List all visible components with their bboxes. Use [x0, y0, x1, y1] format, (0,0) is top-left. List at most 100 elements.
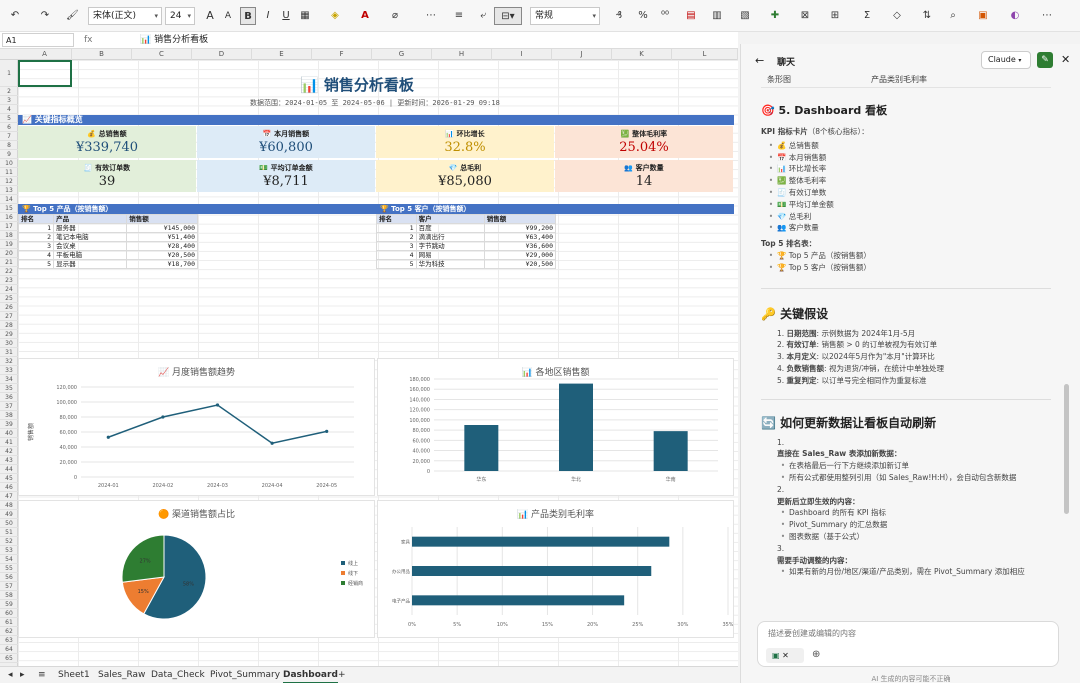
region-sales-chart[interactable]: 📊 各地区销售额 0 20,000 40,000 60,000 80,000 100,00…: [377, 358, 734, 496]
row-header: 52: [0, 537, 18, 546]
row-header: 18: [0, 231, 18, 240]
attachment-chip[interactable]: ▣ ✕: [766, 648, 804, 663]
x-tick-label: 华南: [666, 476, 676, 483]
autosum-icon[interactable]: Σ: [860, 7, 874, 25]
channel-share-chart[interactable]: 🟠 渠道销售额占比 58% 15% 27% 线上 线下 经销商: [18, 500, 375, 638]
find-icon[interactable]: ⌕: [946, 7, 960, 25]
format-table-icon[interactable]: ▥: [710, 7, 724, 25]
font-name-select[interactable]: 宋体(正文) ▾: [88, 7, 162, 25]
monthly-sales-chart[interactable]: 📈 月度销售额趋势 0 20,000 40,000 60,000 80,000 100,0…: [18, 358, 375, 496]
chat-panel: ← 聊天 Claude ▾ ✎ ✕ 条形图 产品类别毛利率 🎯 5. Dashb…: [740, 44, 1080, 683]
redo-icon[interactable]: ↷: [38, 7, 52, 25]
tab-sheet1[interactable]: Sheet1: [58, 669, 90, 682]
align-icon[interactable]: ≡: [452, 7, 466, 25]
table-cell: ¥145,000: [126, 223, 198, 233]
list-item-text: 💵 平均订单金额: [777, 199, 834, 209]
row-header: 22: [0, 267, 18, 276]
italic-button[interactable]: I: [262, 7, 274, 25]
format-icon[interactable]: ⊞: [828, 7, 842, 25]
bullet: •: [780, 508, 786, 518]
all-sheets-icon[interactable]: ≡: [38, 669, 46, 682]
decimal-icon[interactable]: ⁰⁰: [658, 7, 672, 25]
x-tick-label: 2024-04: [262, 483, 283, 489]
fill-color-icon[interactable]: ◈: [328, 7, 342, 25]
number-format-select[interactable]: 常规 ▾: [530, 7, 600, 25]
column-header: 销售额: [483, 214, 557, 224]
increase-font-button[interactable]: A: [204, 7, 216, 25]
sort-filter-icon[interactable]: ⇅: [920, 7, 934, 25]
tab-pivot-summary[interactable]: Pivot_Summary: [210, 669, 280, 682]
clear-icon[interactable]: ◇: [890, 7, 904, 25]
row-header: 35: [0, 384, 18, 393]
table-cell: 5: [376, 259, 417, 269]
spreadsheet-grid[interactable]: ABCDEFGHIJKL 1 2 3 4 5 6 7 8 9 10 11 12 13 14 15 16 17 18…: [0, 49, 738, 666]
chat-input-box[interactable]: 描述要创建或编辑的内容 ▣ ✕ ⊕: [757, 621, 1059, 667]
currency-icon[interactable]: ₰: [612, 7, 626, 25]
cell-styles-icon[interactable]: ▧: [738, 7, 752, 25]
row-header: 63: [0, 636, 18, 645]
bullet: •: [768, 211, 774, 221]
tab-data-check[interactable]: Data_Check: [151, 669, 205, 682]
new-chat-icon[interactable]: ✎: [1037, 52, 1053, 68]
assumption-text: : 以2024年5月作为"本月"计算环比: [816, 352, 935, 362]
y-tick-label: 120,000: [56, 385, 77, 391]
list-item: • 💰 总销售额: [765, 140, 1051, 152]
table-header-row: 排名 客户 销售额: [376, 214, 557, 224]
panel-scrollbar[interactable]: [1064, 384, 1069, 514]
formula-input[interactable]: 📊 销售分析看板: [140, 32, 208, 48]
copilot-icon[interactable]: ◐: [1008, 7, 1022, 25]
format-painter-icon[interactable]: 🖌: [66, 7, 79, 25]
fx-icon[interactable]: fx: [84, 33, 93, 47]
x-tick-label: 20%: [587, 622, 598, 628]
prev-sheet-icon[interactable]: ◂: [8, 669, 13, 682]
model-select[interactable]: Claude ▾: [981, 51, 1031, 69]
table-header-row: 排名 产品 销售额: [17, 214, 198, 224]
row-header: 49: [0, 510, 18, 519]
delete-icon[interactable]: ⊠: [798, 7, 812, 25]
kpi-label: 📊 环比增长: [445, 130, 485, 138]
selected-cell[interactable]: [18, 60, 72, 87]
pie-chart-svg: 58% 15% 27% 线上线下经销商: [121, 534, 363, 620]
close-icon[interactable]: ✕: [1061, 53, 1070, 66]
list-item: • 图表数据（基于公式）: [777, 531, 1051, 543]
tab-dashboard[interactable]: Dashboard: [283, 669, 338, 683]
bullet: •: [768, 262, 774, 272]
column-header: 排名: [17, 214, 55, 224]
add-sheet-button[interactable]: +: [338, 669, 346, 682]
globe-icon[interactable]: ⊕: [812, 649, 820, 660]
category-margin-chart[interactable]: 📊 产品类别毛利率 0% 5% 10% 15% 20% 25% 30% 35% 家具 办公用品 电子…: [377, 500, 734, 638]
chart-title: 📈 月度销售额趋势: [157, 368, 236, 378]
chart-title: 📊 各地区销售额: [521, 368, 590, 378]
back-arrow-icon[interactable]: ←: [755, 54, 764, 67]
font-color-icon[interactable]: A: [358, 7, 372, 25]
x-tick-label: 2024-02: [152, 483, 173, 489]
font-size-select[interactable]: 24 ▾: [165, 7, 195, 25]
wrap-text-icon[interactable]: ⤶: [476, 7, 490, 25]
name-box[interactable]: A1: [2, 33, 74, 47]
remove-attachment-icon[interactable]: ✕: [782, 651, 789, 660]
insert-icon[interactable]: ✚: [768, 7, 782, 25]
merge-cells-icon[interactable]: ⊟▾: [494, 7, 522, 25]
cells-area[interactable]: 📊 销售分析看板 数据范围：2024-01-05 至 2024-05-06 | …: [17, 60, 738, 666]
row-header: 14: [0, 195, 18, 204]
percent-icon[interactable]: %: [636, 7, 650, 25]
addins-icon[interactable]: ▣: [976, 7, 990, 25]
bar: [412, 595, 625, 606]
tab-sales-raw[interactable]: Sales_Raw: [98, 669, 145, 682]
next-sheet-icon[interactable]: ▸: [20, 669, 25, 682]
y-tick-label: 20,000: [413, 459, 431, 465]
chat-input[interactable]: 描述要创建或编辑的内容: [768, 628, 856, 639]
borders-icon[interactable]: ▦: [298, 7, 312, 25]
overflow-icon[interactable]: ⋯: [1040, 7, 1054, 25]
undo-icon[interactable]: ↶: [8, 7, 22, 25]
row-header: 30: [0, 339, 18, 348]
clear-format-icon[interactable]: ⌀: [388, 7, 402, 25]
underline-button[interactable]: U: [280, 7, 292, 25]
list-item-text: Dashboard 的所有 KPI 指标: [789, 508, 886, 518]
table-row: 5 显示器 ¥18,700: [17, 259, 198, 269]
kpi-value: 14: [635, 174, 653, 189]
decrease-font-button[interactable]: A: [222, 7, 234, 25]
conditional-format-icon[interactable]: ▤: [684, 7, 698, 25]
bold-button[interactable]: B: [240, 7, 256, 25]
more-icon[interactable]: ⋯: [424, 7, 438, 25]
